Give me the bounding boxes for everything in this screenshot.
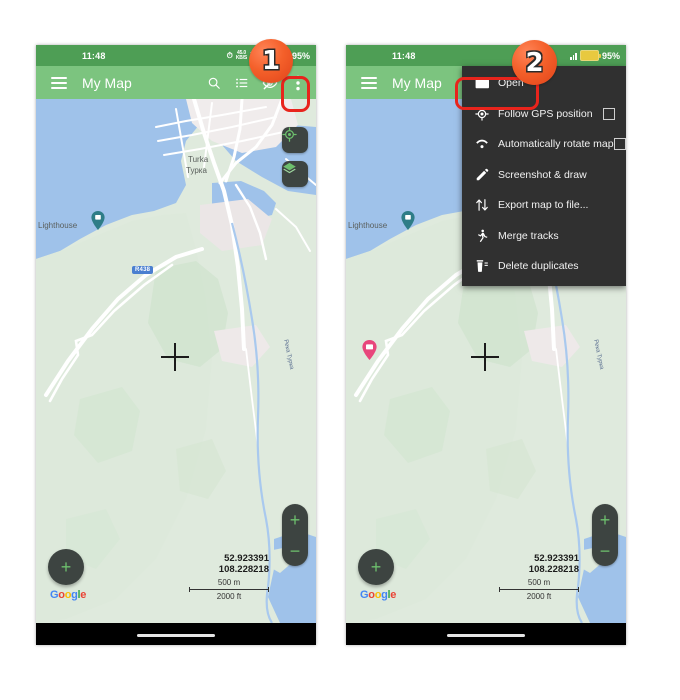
lighthouse-poi-icon[interactable] bbox=[401, 211, 415, 230]
gesture-pill[interactable] bbox=[447, 634, 525, 637]
scale-line bbox=[499, 587, 579, 592]
step-badge-1: 1 bbox=[249, 39, 293, 83]
menu-item-label: Merge tracks bbox=[498, 229, 559, 242]
search-icon[interactable] bbox=[200, 66, 228, 99]
page-title: My Map bbox=[392, 75, 442, 91]
walking-person-icon bbox=[472, 229, 492, 243]
menu-item-delete-duplicates[interactable]: Delete duplicates bbox=[462, 251, 626, 282]
battery-percent-label: 95% bbox=[601, 50, 620, 61]
android-navigation-bar bbox=[36, 623, 316, 645]
follow-gps-checkbox[interactable] bbox=[603, 107, 615, 120]
pencil-icon bbox=[472, 168, 492, 182]
scale-metric-label: 500 m bbox=[527, 578, 551, 587]
latitude-value: 52.923391 bbox=[224, 553, 269, 564]
map-label: Turka bbox=[188, 155, 209, 164]
menu-item-label: Automatically rotate map bbox=[498, 138, 614, 151]
google-attribution-logo: Google bbox=[50, 589, 87, 601]
scale-imperial-label: 2000 ft bbox=[216, 592, 242, 601]
menu-item-label: Open bbox=[498, 77, 524, 90]
cell-signal-icon bbox=[570, 52, 577, 60]
my-location-button[interactable] bbox=[282, 127, 308, 153]
phone-screen-left: 11:48 ⏱ 45.0 KB/S ☰ 95% My Map bbox=[36, 45, 316, 623]
menu-item-screenshot-and-draw[interactable]: Screenshot & draw bbox=[462, 160, 626, 191]
phone-screenshot-step-2: 11:48 95% My Map Lighthouse Река Турка +… bbox=[346, 45, 626, 645]
map-label: Турка bbox=[186, 166, 207, 175]
lighthouse-poi-icon[interactable] bbox=[91, 211, 105, 230]
google-attribution-logo: Google bbox=[360, 589, 397, 601]
place-marker-poi-icon[interactable] bbox=[362, 340, 377, 360]
step-badge-2: 2 bbox=[512, 40, 557, 85]
trash-list-icon bbox=[472, 259, 492, 273]
longitude-value: 108.228218 bbox=[528, 564, 579, 575]
gesture-pill[interactable] bbox=[137, 634, 215, 637]
map-center-crosshair bbox=[471, 343, 499, 371]
menu-item-label: Export map to file... bbox=[498, 199, 589, 212]
zoom-in-button[interactable]: + bbox=[290, 511, 301, 529]
map-canvas-left[interactable]: Turka Турка Lighthouse Река Турка R438 +… bbox=[36, 99, 316, 623]
android-navigation-bar bbox=[346, 623, 626, 645]
map-label: Lighthouse bbox=[38, 221, 78, 230]
latitude-value: 52.923391 bbox=[534, 553, 579, 564]
map-center-crosshair bbox=[161, 343, 189, 371]
zoom-controls[interactable]: + − bbox=[592, 504, 618, 566]
zoom-out-button[interactable]: − bbox=[600, 542, 611, 560]
screenshot-stage: 11:48 ⏱ 45.0 KB/S ☰ 95% My Map bbox=[0, 0, 680, 700]
menu-item-merge-tracks[interactable]: Merge tracks bbox=[462, 221, 626, 252]
phone-screen-right: 11:48 95% My Map Lighthouse Река Турка +… bbox=[346, 45, 626, 623]
add-fab-button[interactable]: + bbox=[48, 549, 84, 585]
map-layers-button[interactable] bbox=[282, 161, 308, 187]
road-shield-badge: R438 bbox=[132, 266, 154, 274]
battery-icon bbox=[579, 50, 601, 61]
zoom-out-button[interactable]: − bbox=[290, 542, 301, 560]
menu-item-label: Delete duplicates bbox=[498, 260, 579, 273]
map-scale-bar: 500 m 2000 ft bbox=[499, 578, 579, 601]
alarm-icon: ⏱ bbox=[226, 50, 233, 60]
auto-rotate-checkbox[interactable] bbox=[613, 138, 626, 151]
network-rate-indicator: 45.0 KB/S bbox=[235, 49, 248, 61]
longitude-value: 108.228218 bbox=[218, 564, 269, 575]
status-bar-clock: 11:48 bbox=[82, 50, 106, 61]
menu-item-export-map-to-file[interactable]: Export map to file... bbox=[462, 190, 626, 221]
menu-item-label: Follow GPS position bbox=[498, 107, 593, 120]
phone-screenshot-step-1: 11:48 ⏱ 45.0 KB/S ☰ 95% My Map bbox=[36, 45, 316, 645]
coordinates-readout: 52.923391 108.228218 bbox=[529, 553, 579, 575]
map-label: Lighthouse bbox=[348, 221, 388, 230]
status-bar-clock: 11:48 bbox=[392, 50, 416, 61]
zoom-controls[interactable]: + − bbox=[282, 504, 308, 566]
scale-line bbox=[189, 587, 269, 592]
overflow-dropdown-menu: Open Follow GPS position Automatically r… bbox=[462, 66, 626, 286]
menu-item-follow-gps-position[interactable]: Follow GPS position bbox=[462, 99, 626, 130]
zoom-in-button[interactable]: + bbox=[600, 511, 611, 529]
status-bar: 11:48 95% bbox=[346, 45, 626, 66]
folder-icon bbox=[472, 77, 492, 89]
scale-metric-label: 500 m bbox=[217, 578, 241, 587]
map-scale-bar: 500 m 2000 ft bbox=[189, 578, 269, 601]
menu-item-automatically-rotate-map[interactable]: Automatically rotate map bbox=[462, 129, 626, 160]
gps-target-icon bbox=[472, 107, 492, 121]
scale-imperial-label: 2000 ft bbox=[526, 592, 552, 601]
add-fab-button[interactable]: + bbox=[358, 549, 394, 585]
status-bar-icons: 95% bbox=[570, 50, 620, 61]
hamburger-menu-icon[interactable] bbox=[51, 77, 67, 89]
hamburger-menu-icon[interactable] bbox=[361, 77, 377, 89]
menu-item-label: Screenshot & draw bbox=[498, 168, 587, 181]
page-title: My Map bbox=[82, 75, 132, 91]
compass-icon bbox=[472, 138, 492, 150]
export-arrows-icon bbox=[472, 198, 492, 212]
coordinates-readout: 52.923391 108.228218 bbox=[219, 553, 269, 575]
battery-percent-label: 95% bbox=[291, 50, 310, 61]
